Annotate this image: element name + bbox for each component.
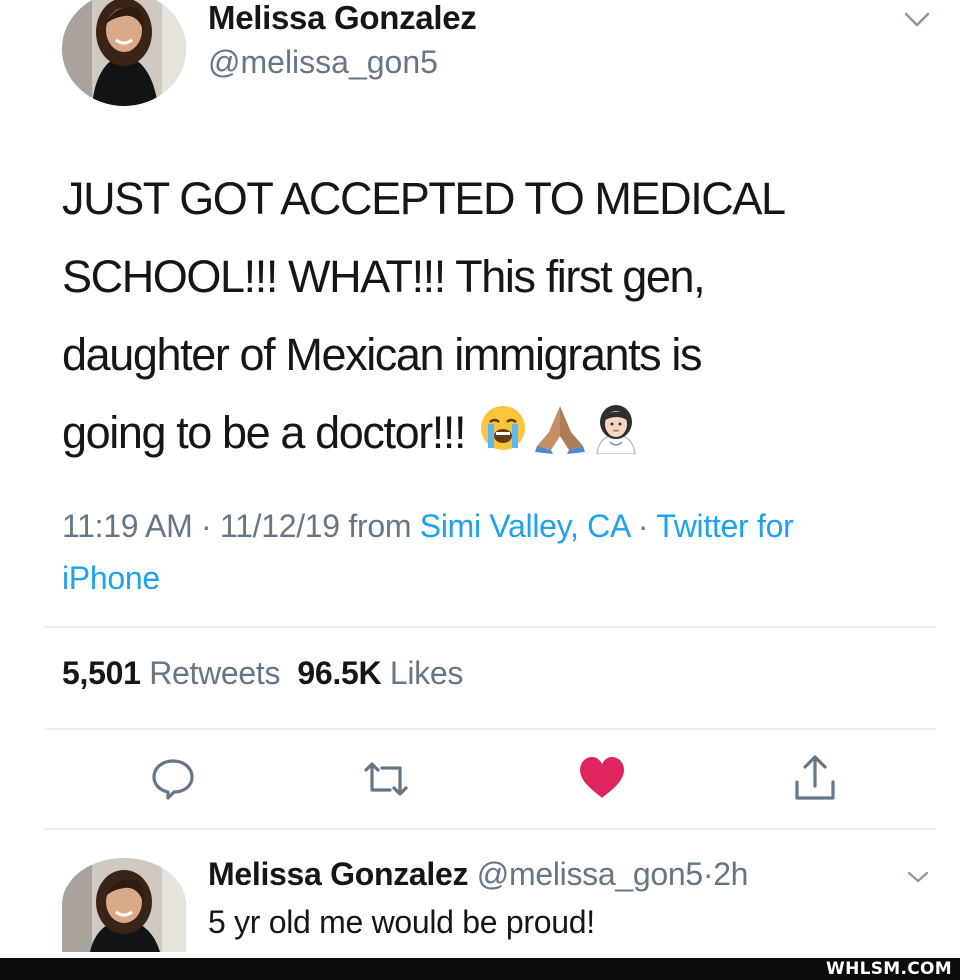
retweets-label[interactable]: Retweets [149, 655, 280, 691]
divider [44, 828, 936, 830]
reply-separator: · [702, 856, 714, 892]
loudly-crying-face-icon [481, 406, 526, 450]
tweet-text-line: JUST GOT ACCEPTED TO MEDICAL [62, 173, 786, 224]
tweet-date[interactable]: 11/12/19 [220, 508, 340, 544]
speech-bubble-icon [152, 759, 194, 800]
tweet-text-line: daughter of Mexican immigrants is [62, 329, 702, 380]
likes-label[interactable]: Likes [390, 655, 464, 691]
tweet-text: JUST GOT ACCEPTED TO MEDICAL SCHOOL!!! W… [62, 160, 932, 472]
watermark-bar: WHLSM.COM [0, 958, 960, 980]
chevron-down-icon[interactable] [900, 4, 934, 34]
share-icon [795, 755, 835, 800]
meta-from-label: from [348, 508, 412, 544]
like-button[interactable] [578, 755, 628, 805]
tweet-stats: 5,501 Retweets 96.5K Likes [62, 655, 463, 692]
tweet-source-link-cont[interactable]: iPhone [62, 560, 160, 596]
retweet-icon [364, 762, 408, 796]
tweet-time: 11:19 AM [62, 508, 193, 544]
heart-icon [580, 757, 624, 798]
retweets-count[interactable]: 5,501 [62, 655, 141, 691]
reply-header: Melissa Gonzalez @melissa_gon5·2h [208, 856, 748, 893]
reply-text: 5 yr old me would be proud! [208, 904, 595, 940]
share-button[interactable] [790, 752, 840, 802]
reply-author-avatar[interactable] [62, 858, 186, 952]
tweet-text-line: SCHOOL!!! WHAT!!! This first gen, [62, 251, 706, 302]
chevron-down-icon[interactable] [905, 866, 931, 888]
meta-separator: · [201, 508, 212, 544]
avatar-photo [62, 858, 186, 952]
tweet-location-link[interactable]: Simi Valley, CA [420, 508, 630, 544]
watermark-text: WHLSM.COM [826, 959, 952, 979]
author-handle[interactable]: @melissa_gon5 [208, 44, 438, 81]
tweet-source-link[interactable]: Twitter for [656, 508, 793, 544]
tweet-meta: 11:19 AM · 11/12/19 from Simi Valley, CA… [62, 500, 942, 604]
avatar-photo [62, 0, 186, 106]
reply-age[interactable]: 2h [713, 856, 748, 892]
woman-health-worker-icon [596, 405, 636, 454]
tweet-text-line: going to be a doctor!!! [62, 407, 467, 458]
divider [44, 728, 936, 730]
reply-author-name[interactable]: Melissa Gonzalez [208, 856, 468, 892]
tweet-text-line-last: going to be a doctor!!! [62, 394, 932, 472]
emoji-group [477, 402, 641, 454]
author-name[interactable]: Melissa Gonzalez [208, 0, 477, 37]
reply-author-handle[interactable]: @melissa_gon5 [477, 856, 703, 892]
meta-separator: · [637, 508, 649, 544]
divider [44, 626, 936, 628]
retweet-button[interactable] [358, 754, 408, 804]
author-avatar[interactable] [62, 0, 186, 106]
reply-button[interactable] [148, 754, 198, 804]
folded-hands-icon [535, 406, 586, 454]
likes-count[interactable]: 96.5K [297, 655, 381, 691]
